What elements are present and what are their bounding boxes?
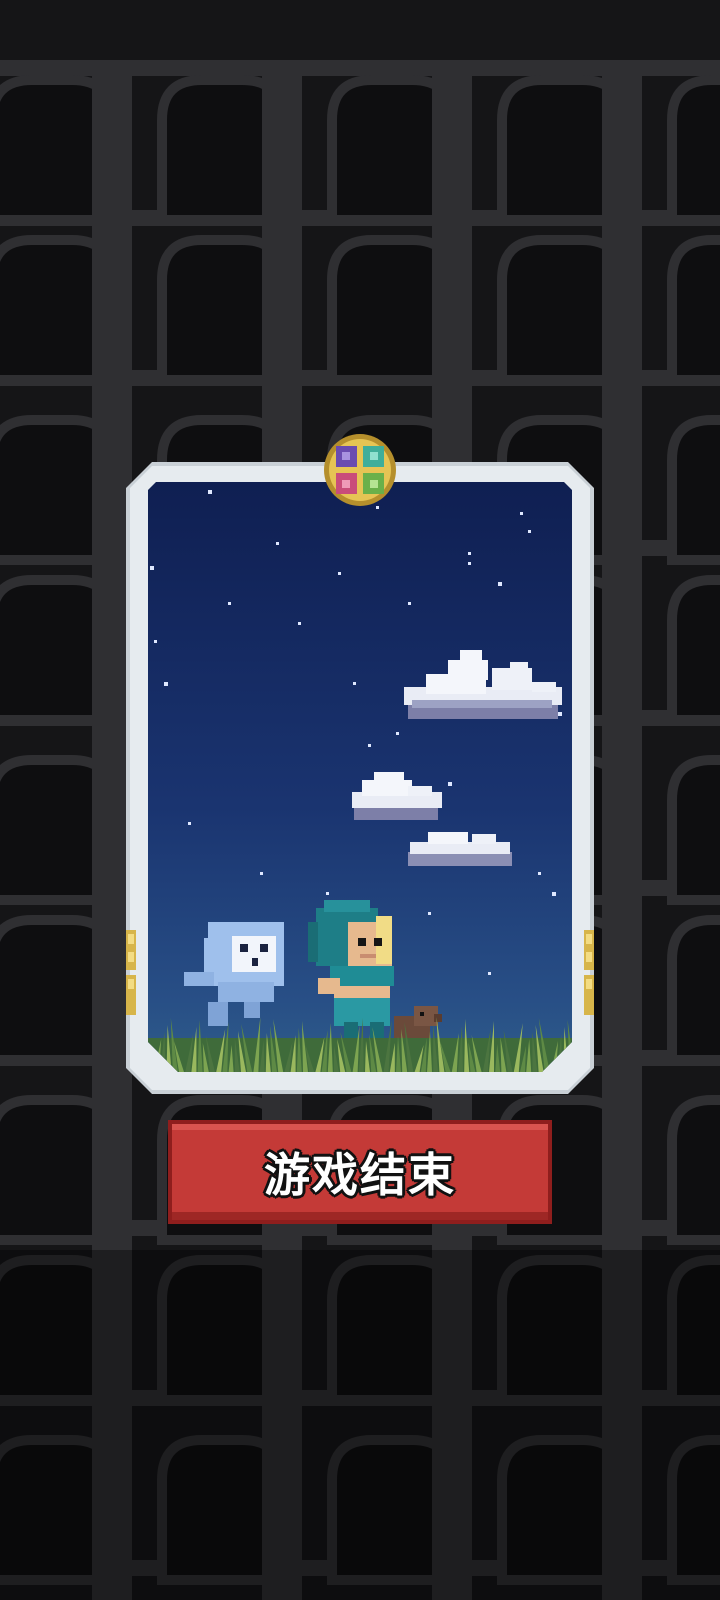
four-color-compass-emblem-icon — [324, 434, 396, 506]
gold-side-ornament — [126, 975, 136, 1015]
gold-side-ornament — [126, 930, 136, 970]
hero-character — [308, 900, 394, 1052]
ghost — [184, 922, 284, 1026]
cloud — [352, 772, 442, 820]
gold-side-ornament — [584, 975, 594, 1015]
game-over-label: 游戏结束 — [264, 1148, 456, 1202]
cloud — [404, 650, 562, 719]
character-card — [126, 462, 594, 1094]
gold-side-ornament — [584, 930, 594, 970]
cloud — [408, 832, 512, 866]
game-over-button[interactable]: 游戏结束 — [168, 1120, 552, 1224]
card-scene — [148, 482, 572, 1072]
